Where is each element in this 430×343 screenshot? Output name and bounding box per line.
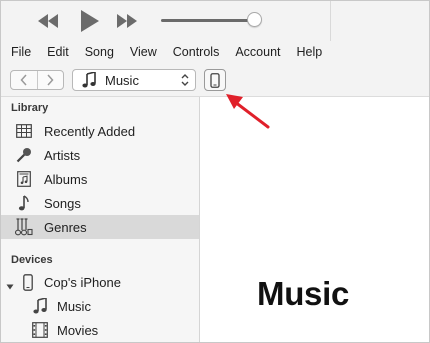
sidebar-item-recently-added[interactable]: Recently Added	[1, 119, 199, 143]
menu-controls[interactable]: Controls	[163, 45, 226, 59]
sidebar-item-genres[interactable]: Genres	[1, 215, 199, 239]
sidebar-device-item-movies[interactable]: Movies	[1, 318, 199, 342]
volume-slider-track[interactable]	[161, 19, 257, 22]
playback-bar	[1, 1, 429, 41]
media-type-select[interactable]: Music	[72, 69, 196, 91]
disclosure-triangle-icon[interactable]	[6, 278, 14, 293]
sidebar: Library Recently Added Artists Albums So…	[1, 97, 200, 342]
media-type-label: Music	[105, 72, 139, 88]
volume-slider-knob[interactable]	[247, 12, 262, 27]
sidebar-item-label: Genres	[44, 219, 87, 235]
history-buttons	[10, 70, 64, 90]
chevron-right-icon	[47, 74, 54, 86]
sidebar-item-label: Songs	[44, 195, 81, 211]
music-note-icon	[82, 72, 96, 88]
sidebar-item-artists[interactable]: Artists	[1, 143, 199, 167]
sidebar-item-label: Cop's iPhone	[44, 274, 121, 290]
albums-icon	[15, 170, 33, 188]
menu-account[interactable]: Account	[225, 45, 286, 59]
updown-chevron-icon	[180, 73, 190, 90]
sidebar-item-label: Albums	[44, 171, 88, 187]
playbar-divider	[330, 1, 331, 41]
sidebar-item-label: Movies	[57, 322, 99, 338]
devices-section-title: Devices	[11, 254, 53, 266]
menu-file[interactable]: File	[1, 45, 37, 59]
film-icon	[31, 321, 49, 339]
library-section-title: Library	[11, 102, 49, 114]
sidebar-item-label: Recently Added	[44, 123, 136, 139]
recently-added-icon	[15, 122, 33, 140]
main-content: Music	[200, 97, 429, 342]
forward-button[interactable]	[36, 71, 64, 89]
iphone-icon	[19, 273, 37, 291]
sidebar-device-item-music[interactable]: Music	[1, 294, 199, 318]
menu-edit[interactable]: Edit	[37, 45, 75, 59]
itunes-window: File Edit Song View Controls Account Hel…	[0, 0, 430, 343]
navigation-bar: Music	[1, 63, 429, 97]
menu-song[interactable]: Song	[75, 45, 120, 59]
chevron-left-icon	[20, 74, 27, 86]
music-note-icon	[31, 297, 49, 315]
sidebar-item-label: Artists	[44, 147, 81, 163]
music-note-icon	[15, 194, 33, 212]
menu-help[interactable]: Help	[287, 45, 329, 59]
menu-bar: File Edit Song View Controls Account Hel…	[1, 41, 429, 63]
sidebar-item-label: Music	[57, 298, 91, 314]
device-button[interactable]	[204, 69, 226, 91]
play-icon[interactable]	[75, 1, 103, 41]
sidebar-item-albums[interactable]: Albums	[1, 167, 199, 191]
rewind-icon[interactable]	[31, 1, 65, 41]
iphone-icon	[210, 72, 220, 88]
sidebar-item-songs[interactable]: Songs	[1, 191, 199, 215]
microphone-icon	[15, 146, 33, 164]
back-button[interactable]	[11, 71, 37, 89]
fast-forward-icon[interactable]	[112, 1, 142, 41]
guitar-icon	[15, 218, 33, 236]
menu-view[interactable]: View	[120, 45, 163, 59]
content-title: Music	[257, 275, 350, 312]
sidebar-device-iphone[interactable]: Cop's iPhone	[1, 270, 199, 294]
